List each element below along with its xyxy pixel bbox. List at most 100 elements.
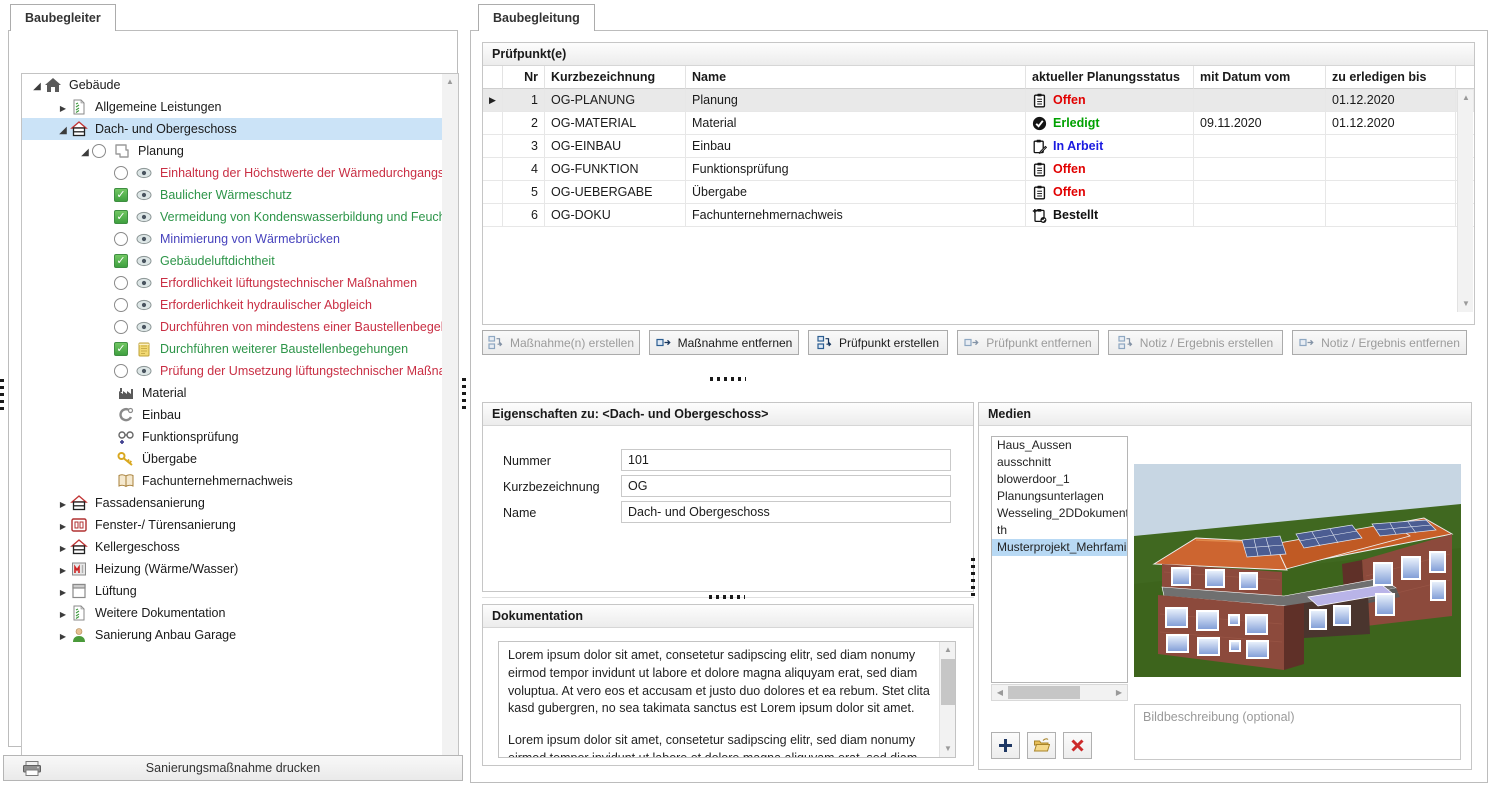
media-delete-button[interactable] [1063,732,1092,759]
table-row[interactable]: 6 OG-DOKU Fachunternehmernachweis Bestel… [483,204,1474,227]
expander-closed-icon[interactable] [56,628,70,642]
media-list-item[interactable]: Wesseling_2DDokument_EG [992,505,1127,522]
tree-item-requirement[interactable]: Prüfung der Umsetzung lüftungstechnische… [22,360,458,382]
tree-item-requirement[interactable]: Erforderlichkeit hydraulischer Abgleich [22,294,458,316]
expander-closed-icon[interactable] [56,496,70,510]
tree-item-lueftung[interactable]: Lüftung [22,580,458,602]
print-sanierungsmassnahme-button[interactable]: Sanierungsmaßnahme drucken [3,755,463,781]
checkbox-checked-icon[interactable] [114,210,128,224]
tree-item-requirement[interactable]: Minimierung von Wärmebrücken [22,228,458,250]
radio-unchecked-icon[interactable] [92,144,106,158]
tree-item-fachunternehmernachweis[interactable]: Fachunternehmernachweis [22,470,458,492]
tree-item-material[interactable]: Material [22,382,458,404]
expander-open-icon[interactable] [30,78,44,92]
scroll-up-icon[interactable]: ▲ [442,74,458,90]
expander-open-icon[interactable] [56,122,70,136]
media-list-item[interactable]: th [992,522,1127,539]
expander-closed-icon[interactable] [56,562,70,576]
media-list-item[interactable]: blowerdoor_1 [992,471,1127,488]
scroll-down-icon[interactable]: ▼ [1458,296,1474,312]
scroll-up-icon[interactable]: ▲ [940,642,956,658]
col-planungsstatus[interactable]: aktueller Planungsstatus [1026,66,1194,89]
notiz-ergebnis-erstellen-button[interactable]: Notiz / Ergebnis erstellen [1108,330,1283,355]
splitter-handle-horizontal-top[interactable] [710,377,746,381]
splitter-handle-vertical-mid[interactable] [971,558,975,598]
splitter-handle-panels[interactable] [462,378,466,412]
expander-closed-icon[interactable] [56,540,70,554]
tree-item-funktionspruefung[interactable]: Funktionsprüfung [22,426,458,448]
radio-unchecked-icon[interactable] [114,276,128,290]
scrollbar-thumb[interactable] [1008,686,1080,699]
media-list-item[interactable]: Haus_Aussen [992,437,1127,454]
massnahme-entfernen-button[interactable]: Maßnahme entfernen [649,330,799,355]
media-list-item-selected[interactable]: Musterprojekt_Mehrfamilienhaus [992,539,1127,556]
table-row[interactable]: ▶ 1 OG-PLANUNG Planung Offen 01.12.2020 [483,89,1474,112]
scroll-down-icon[interactable]: ▼ [940,741,956,757]
tree-item-fenster-tuerensanierung[interactable]: Fenster-/ Türensanierung [22,514,458,536]
radio-unchecked-icon[interactable] [114,320,128,334]
col-datum-vom[interactable]: mit Datum vom [1194,66,1326,89]
scrollbar-thumb[interactable] [941,659,955,705]
tree-item-uebergabe[interactable]: Übergabe [22,448,458,470]
expander-closed-icon[interactable] [56,100,70,114]
tree-item-requirement[interactable]: Durchführen von mindestens einer Baustel… [22,316,458,338]
expander-closed-icon[interactable] [56,518,70,532]
col-erledigen-bis[interactable]: zu erledigen bis [1326,66,1456,89]
tree-item-planung[interactable]: Planung [22,140,458,162]
col-nr[interactable]: Nr [503,66,545,89]
splitter-handle-horizontal-mid[interactable] [709,595,745,599]
tree-item-sanierung-anbau-garage[interactable]: Sanierung Anbau Garage [22,624,458,646]
tree-item-allgemeine-leistungen[interactable]: Allgemeine Leistungen [22,96,458,118]
tree-item-requirement[interactable]: Einhaltung der Höchstwerte der Wärmedurc… [22,162,458,184]
dokumentation-scrollbar[interactable]: ▲ ▼ [939,642,955,757]
massnahmen-erstellen-button[interactable]: Maßnahme(n) erstellen [482,330,640,355]
radio-unchecked-icon[interactable] [114,298,128,312]
radio-unchecked-icon[interactable] [114,166,128,180]
radio-unchecked-icon[interactable] [114,364,128,378]
table-row[interactable]: 3 OG-EINBAU Einbau In Arbeit [483,135,1474,158]
checkbox-checked-icon[interactable] [114,254,128,268]
expander-closed-icon[interactable] [56,606,70,620]
tree-item-requirement[interactable]: Durchführen weiterer Baustellenbegehunge… [22,338,458,360]
col-kurzbezeichnung[interactable]: Kurzbezeichnung [545,66,686,89]
media-list-item[interactable]: Planungsunterlagen [992,488,1127,505]
image-caption-input[interactable] [1134,704,1461,760]
tree-item-requirement[interactable]: Vermeidung von Kondenswasserbildung und … [22,206,458,228]
scroll-right-icon[interactable]: ▶ [1111,685,1127,700]
tree-item-requirement[interactable]: Gebäudeluftdichtheit [22,250,458,272]
tree-item-weitere-dokumentation[interactable]: Weitere Dokumentation [22,602,458,624]
tree-item-gebaeude[interactable]: Gebäude [22,74,458,96]
scroll-up-icon[interactable]: ▲ [1458,90,1474,106]
name-field[interactable] [621,501,951,523]
nummer-field[interactable] [621,449,951,471]
tree-item-requirement[interactable]: Erfordlichkeit lüftungstechnischer Maßna… [22,272,458,294]
radio-unchecked-icon[interactable] [114,232,128,246]
table-row[interactable]: 4 OG-FUNKTION Funktionsprüfung Offen [483,158,1474,181]
tree-item-dach-obergeschoss[interactable]: Dach- und Obergeschoss [22,118,458,140]
tree-item-heizung[interactable]: Heizung (Wärme/Wasser) [22,558,458,580]
pruefpunkt-erstellen-button[interactable]: Prüfpunkt erstellen [808,330,948,355]
media-add-button[interactable] [991,732,1020,759]
table-row[interactable]: 5 OG-UEBERGABE Übergabe Offen [483,181,1474,204]
expander-closed-icon[interactable] [56,584,70,598]
media-list-item[interactable]: ausschnitt [992,454,1127,471]
splitter-handle-left-edge[interactable] [0,379,4,413]
media-list-hscrollbar[interactable]: ◀ ▶ [991,684,1128,701]
checkbox-checked-icon[interactable] [114,342,128,356]
tree-item-einbau[interactable]: Einbau [22,404,458,426]
tree-item-fassadensanierung[interactable]: Fassadensanierung [22,492,458,514]
expander-open-icon[interactable] [78,144,92,158]
pruefpunkt-entfernen-button[interactable]: Prüfpunkt entfernen [957,330,1099,355]
checkbox-checked-icon[interactable] [114,188,128,202]
table-scrollbar[interactable]: ▲ ▼ [1457,90,1473,312]
notiz-ergebnis-entfernen-button[interactable]: Notiz / Ergebnis entfernen [1292,330,1467,355]
tab-baubegleiter[interactable]: Baubegleiter [10,4,116,31]
tree-item-requirement[interactable]: Baulicher Wärmeschutz [22,184,458,206]
tree-scrollbar[interactable]: ▲ ▼ [442,74,458,768]
tree-item-kellergeschoss[interactable]: Kellergeschoss [22,536,458,558]
table-row[interactable]: 2 OG-MATERIAL Material Erledigt 09.11.20… [483,112,1474,135]
tab-baubegleitung[interactable]: Baubegleitung [478,4,595,31]
kurzbezeichnung-field[interactable] [621,475,951,497]
scroll-left-icon[interactable]: ◀ [992,685,1008,700]
dokumentation-textbox[interactable]: Lorem ipsum dolor sit amet, consetetur s… [498,641,956,758]
